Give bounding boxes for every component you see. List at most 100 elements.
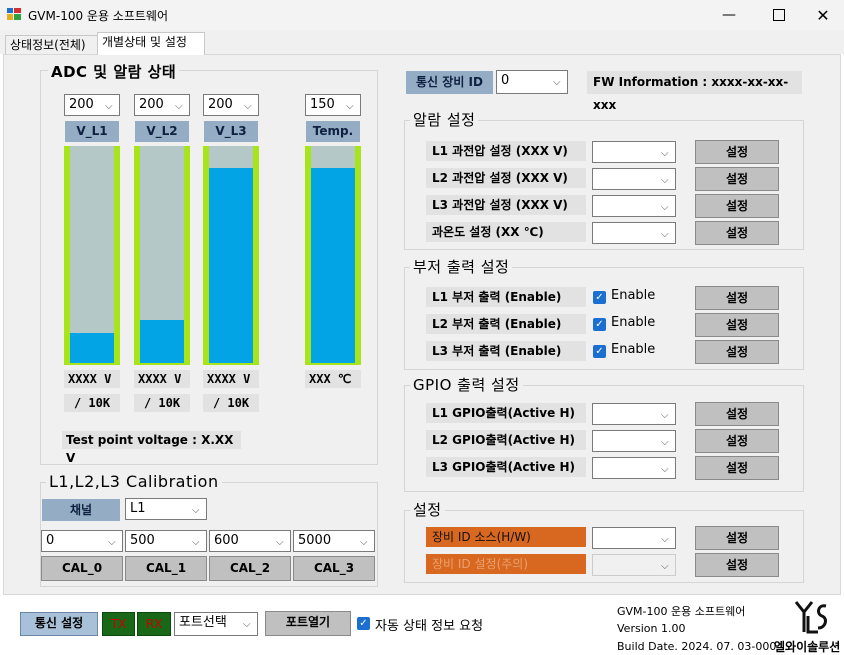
chevron-down-icon: ⌵ <box>661 464 669 475</box>
rx-indicator: RX <box>137 612 171 636</box>
buzzer-set-button-2[interactable]: 설정 <box>695 340 779 364</box>
gpio-set-button-2[interactable]: 설정 <box>695 456 779 480</box>
gpio-select-0[interactable]: ⌵ <box>592 403 676 425</box>
gpio-select-1[interactable]: ⌵ <box>592 430 676 452</box>
chevron-down-icon: ⌵ <box>175 101 183 112</box>
test-point-voltage: Test point voltage : X.XX V <box>62 431 241 465</box>
channel-select-value: L1 <box>130 501 146 516</box>
chevron-down-icon: ⌵ <box>192 505 200 516</box>
alarm-select-1[interactable]: ⌵ <box>592 168 676 190</box>
buzzer-enable-checkbox-1[interactable]: ✓ <box>593 318 606 331</box>
chevron-down-icon: ⌵ <box>661 229 669 240</box>
value-readout-l3: XXXX V <box>203 370 259 388</box>
comm-settings-button[interactable]: 통신 설정 <box>20 612 98 636</box>
buzzer-set-button-1[interactable]: 설정 <box>695 313 779 337</box>
threshold-select-temp[interactable]: 150 ⌵ <box>305 94 361 116</box>
gpio-group-title: GPIO 출력 설정 <box>410 374 523 395</box>
cal-value-select-3[interactable]: 5000 ⌵ <box>293 530 375 552</box>
channel-select[interactable]: L1 ⌵ <box>125 498 207 520</box>
threshold-select-l2[interactable]: 200 ⌵ <box>134 94 190 116</box>
settings-label-1: 장비 ID 설정(주의) <box>426 554 586 574</box>
close-icon: ✕ <box>816 5 830 25</box>
comm-id-value: 0 <box>501 73 510 88</box>
comm-id-select[interactable]: 0 ⌵ <box>496 70 568 94</box>
company-name: 엘와이솔루션 <box>774 640 841 654</box>
cal-button-3[interactable]: CAL_3 <box>293 556 375 581</box>
level-bar-fill <box>70 333 114 363</box>
footer-build-date: Build Date. 2024. 07. 03-000 <box>617 640 777 653</box>
minimize-button[interactable]: — <box>706 0 752 30</box>
port-select[interactable]: 포트선택 ⌵ <box>174 612 258 636</box>
alarm-select-3[interactable]: ⌵ <box>592 222 676 244</box>
threshold-select-l1-value: 200 <box>69 97 94 112</box>
buzzer-label-0: L1 부저 출력 (Enable) <box>426 287 586 307</box>
cal-value-select-0[interactable]: 0 ⌵ <box>41 530 123 552</box>
level-bar-fill <box>311 168 355 363</box>
alarm-set-button-2[interactable]: 설정 <box>695 194 779 218</box>
buzzer-enable-label-2: Enable <box>611 342 656 357</box>
comm-id-label: 통신 장비 ID <box>406 71 493 94</box>
alarm-label-0: L1 과전압 설정 (XXX V) <box>426 141 586 161</box>
settings-set-button-0[interactable]: 설정 <box>695 526 779 550</box>
cal-button-0[interactable]: CAL_0 <box>41 556 123 581</box>
chevron-down-icon: ⌵ <box>346 101 354 112</box>
chevron-down-icon: ⌵ <box>661 175 669 186</box>
alarm-set-button-1[interactable]: 설정 <box>695 167 779 191</box>
chevron-down-icon: ⌵ <box>661 437 669 448</box>
gpio-set-button-0[interactable]: 설정 <box>695 402 779 426</box>
range-readout-l1: / 10K <box>64 394 120 412</box>
threshold-select-l1[interactable]: 200 ⌵ <box>64 94 120 116</box>
buzzer-label-2: L3 부저 출력 (Enable) <box>426 341 586 361</box>
close-button[interactable]: ✕ <box>800 0 844 30</box>
chevron-down-icon: ⌵ <box>243 619 251 630</box>
cal-value-select-3-value: 5000 <box>298 533 332 548</box>
level-bar-track <box>70 146 114 363</box>
port-open-button[interactable]: 포트열기 <box>265 611 351 636</box>
auto-request-label: 자동 상태 정보 요청 <box>375 619 484 634</box>
gpio-label-2: L3 GPIO출력(Active H) <box>426 457 586 477</box>
settings-select-1: ⌵ <box>592 554 676 576</box>
chevron-down-icon: ⌵ <box>661 534 669 545</box>
buzzer-enable-checkbox-0[interactable]: ✓ <box>593 291 606 304</box>
cal-value-select-0-value: 0 <box>46 533 55 548</box>
range-readout-l2: / 10K <box>134 394 190 412</box>
chevron-down-icon: ⌵ <box>661 410 669 421</box>
buzzer-enable-checkbox-2[interactable]: ✓ <box>593 345 606 358</box>
alarm-select-0[interactable]: ⌵ <box>592 141 676 163</box>
cal-value-select-2[interactable]: 600 ⌵ <box>209 530 291 552</box>
settings-select-0[interactable]: ⌵ <box>592 527 676 549</box>
chevron-down-icon: ⌵ <box>276 537 284 548</box>
value-readout-l2: XXXX V <box>134 370 190 388</box>
company-logo-icon <box>794 600 830 637</box>
buzzer-enable-label-1: Enable <box>611 315 656 330</box>
buzzer-label-1: L2 부저 출력 (Enable) <box>426 314 586 334</box>
level-bar-l3 <box>203 146 259 365</box>
range-readout-l3: / 10K <box>203 394 259 412</box>
adc-group-title: ADC 및 알람 상태 <box>48 61 180 82</box>
threshold-select-temp-value: 150 <box>310 97 335 112</box>
channel-chip-l2: V_L2 <box>135 121 189 142</box>
chevron-down-icon: ⌵ <box>244 101 252 112</box>
tx-indicator: TX <box>102 612 135 636</box>
auto-request-checkbox[interactable]: ✓ <box>357 617 370 630</box>
tab-individual-settings[interactable]: 개별상태 및 설정 <box>97 32 205 55</box>
maximize-button[interactable] <box>756 0 802 30</box>
buzzer-set-button-0[interactable]: 설정 <box>695 286 779 310</box>
threshold-select-l3[interactable]: 200 ⌵ <box>203 94 259 116</box>
gpio-set-button-1[interactable]: 설정 <box>695 429 779 453</box>
settings-set-button-1[interactable]: 설정 <box>695 553 779 577</box>
threshold-select-l2-value: 200 <box>139 97 164 112</box>
cal-value-select-1[interactable]: 500 ⌵ <box>125 530 207 552</box>
cal-button-1[interactable]: CAL_1 <box>125 556 207 581</box>
alarm-set-button-0[interactable]: 설정 <box>695 140 779 164</box>
app-icon <box>7 8 21 20</box>
maximize-icon <box>773 9 785 21</box>
gpio-select-2[interactable]: ⌵ <box>592 457 676 479</box>
alarm-label-2: L3 과전압 설정 (XXX V) <box>426 195 586 215</box>
alarm-set-button-3[interactable]: 설정 <box>695 221 779 245</box>
gpio-label-1: L2 GPIO출력(Active H) <box>426 430 586 450</box>
alarm-label-3: 과온도 설정 (XX ℃) <box>426 222 586 242</box>
tab-status-all[interactable]: 상태정보(전체) <box>5 35 98 54</box>
cal-button-2[interactable]: CAL_2 <box>209 556 291 581</box>
alarm-select-2[interactable]: ⌵ <box>592 195 676 217</box>
